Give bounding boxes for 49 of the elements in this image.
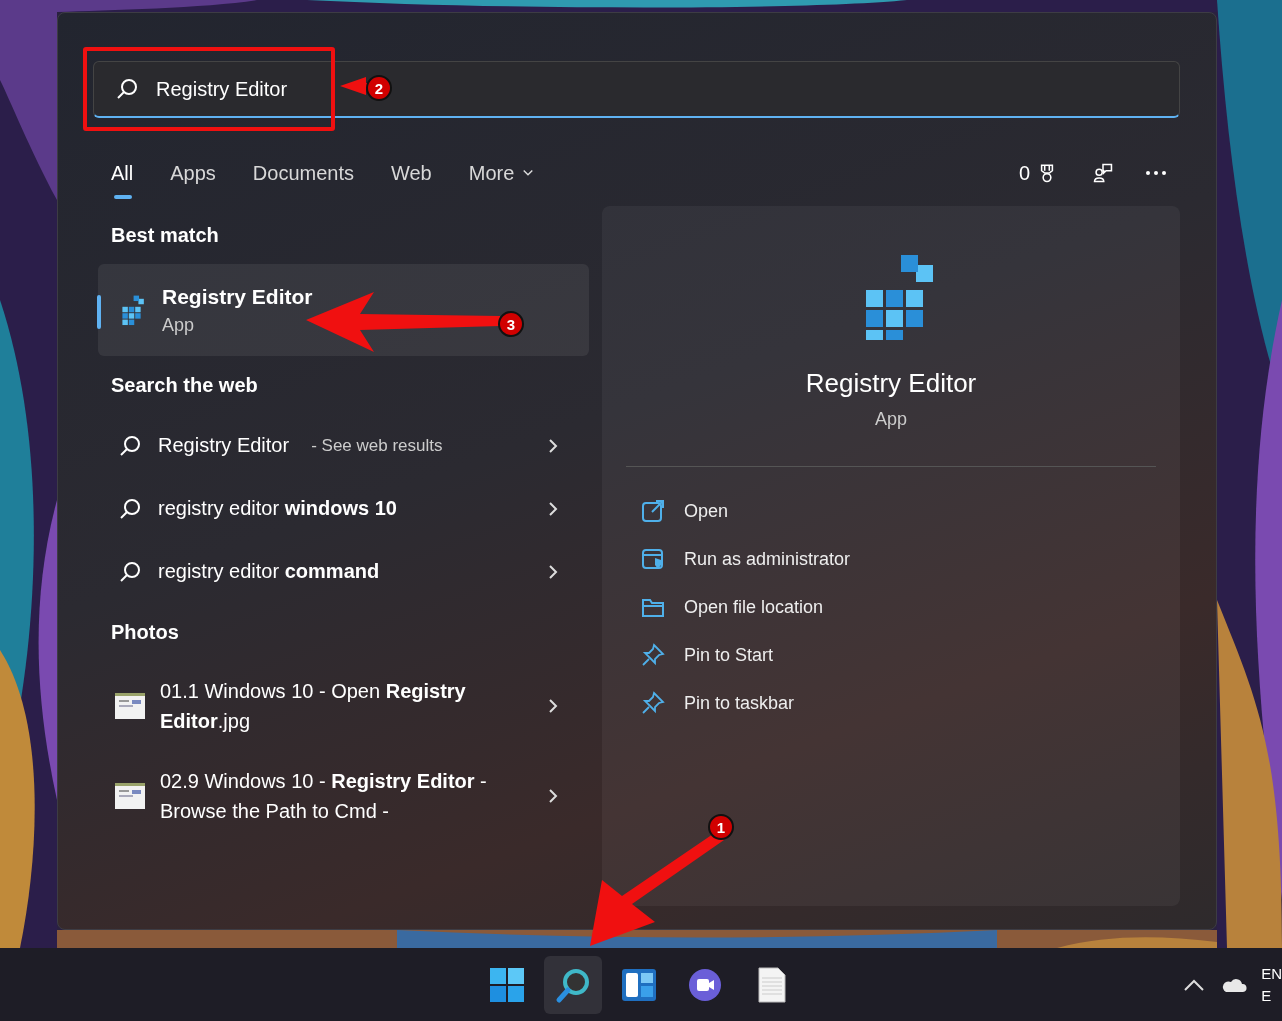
- chevron-right-icon: [547, 563, 559, 580]
- tab[interactable]: All: [111, 148, 134, 198]
- pin-icon: [640, 690, 666, 716]
- chevron-right-icon: [547, 788, 559, 804]
- result-text: 02.9 Windows 10 - Registry Editor - Browse the Path to Cmd -: [160, 769, 488, 824]
- result-text: 01.1 Windows 10 - Open Registry Editor.jpg: [160, 679, 467, 734]
- app-subtitle: App: [875, 409, 907, 430]
- language-indicator: E: [1261, 985, 1273, 1006]
- tab[interactable]: Web: [391, 148, 432, 198]
- pin-icon: [640, 642, 666, 668]
- photo-result[interactable]: 02.9 Windows 10 - Registry Editor - Browse the Path to Cmd -: [98, 751, 589, 841]
- language-indicator: EN: [1261, 963, 1282, 984]
- result-text: registry editor windows 10: [158, 497, 397, 520]
- search-icon: [115, 77, 139, 101]
- chevron-right-icon: [547, 437, 559, 454]
- section-heading: Photos: [110, 619, 180, 645]
- action-button[interactable]: Pin to Start: [640, 631, 774, 679]
- shield-window-icon: [640, 546, 666, 572]
- thumbnail-icon: [114, 690, 146, 722]
- chevron-right-icon: [547, 698, 559, 714]
- tab[interactable]: More: [468, 148, 565, 198]
- result-title: Registry Editor: [162, 284, 313, 309]
- windows-logo-icon: [488, 965, 526, 1004]
- action-button[interactable]: Run as administrator: [640, 535, 851, 583]
- web-result[interactable]: Registry Editor - See web results: [98, 414, 589, 477]
- result-subtitle: App: [162, 314, 196, 336]
- result-text: registry editor command: [158, 560, 380, 583]
- section-heading: Best match: [110, 222, 220, 248]
- search-icon: [118, 433, 142, 458]
- result-text: Registry Editor: [158, 434, 290, 457]
- more-icon: [1146, 171, 1166, 175]
- open-external-icon: [640, 498, 666, 524]
- taskbar-button[interactable]: [544, 955, 602, 1014]
- thumbnail-icon: [114, 780, 146, 812]
- points-count: 0: [1018, 161, 1030, 185]
- tab[interactable]: Apps: [170, 148, 216, 198]
- result-hint: - See web results: [311, 435, 443, 456]
- search-icon: [118, 496, 142, 521]
- web-result[interactable]: registry editor windows 10: [98, 477, 589, 540]
- app-title: Registry Editor: [805, 368, 977, 399]
- section-heading: Search the web: [110, 372, 259, 398]
- tab[interactable]: Documents: [252, 148, 354, 198]
- action-button[interactable]: Open: [640, 487, 729, 535]
- photo-result[interactable]: 01.1 Windows 10 - Open Registry Editor.jpg: [98, 661, 589, 751]
- web-result[interactable]: registry editor command: [98, 540, 589, 603]
- action-button[interactable]: Pin to taskbar: [640, 679, 795, 727]
- action-button[interactable]: Open file location: [640, 583, 824, 631]
- chevron-right-icon: [547, 500, 559, 517]
- search-icon: [118, 559, 142, 584]
